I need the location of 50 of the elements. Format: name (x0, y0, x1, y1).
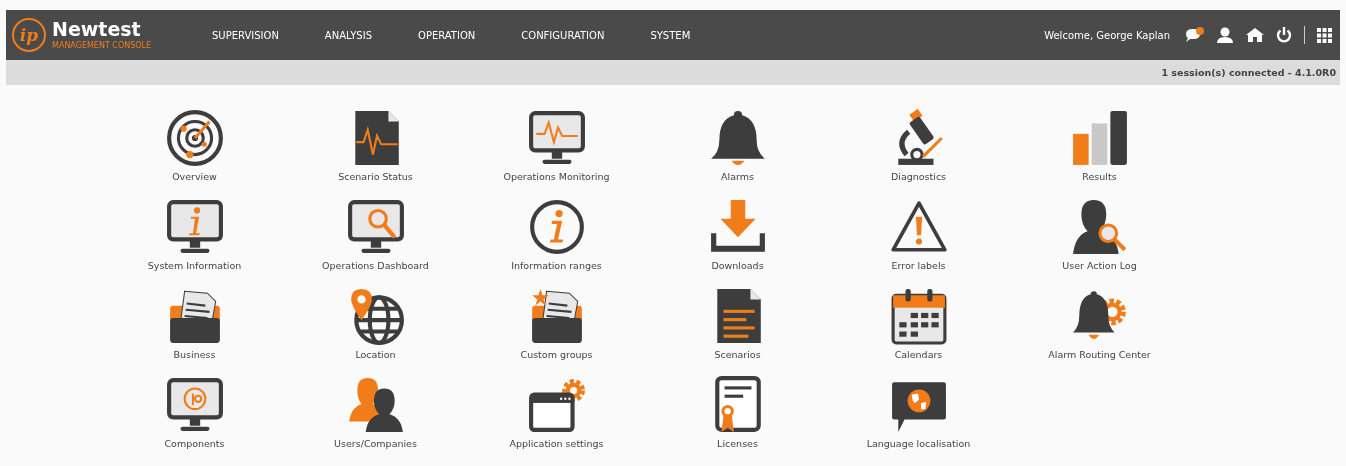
power-icon[interactable] (1276, 27, 1292, 43)
nav-link[interactable]: CONFIGURATION (521, 29, 605, 41)
monitor-pulse-icon (527, 109, 586, 167)
menu-tile[interactable]: System Information (104, 198, 285, 277)
monitor-search-icon (346, 198, 405, 256)
nav-link[interactable]: ANALYSIS (324, 29, 373, 41)
menu-tile[interactable]: Operations Dashboard (285, 198, 466, 277)
brand-subtitle: MANAGEMENT CONSOLE (52, 42, 152, 50)
users-icon (346, 376, 405, 434)
menu-tile[interactable]: Overview (104, 109, 285, 188)
menu-tile[interactable]: Alarm Routing Center (1009, 287, 1190, 366)
user-icon[interactable] (1216, 27, 1234, 43)
home-icon[interactable] (1246, 27, 1264, 43)
nav-link[interactable]: OPERATION (418, 29, 476, 41)
menu-tile[interactable]: Custom groups (466, 287, 647, 366)
menu-tile[interactable]: Information ranges (466, 198, 647, 277)
bell-icon (708, 109, 767, 167)
menu-tile[interactable]: Downloads (647, 198, 828, 277)
brand-name: Newtest (52, 20, 142, 39)
menu-tile[interactable]: Scenario Status (285, 109, 466, 188)
menu-tile[interactable]: Language localisation (828, 376, 1009, 455)
calendar-icon (889, 287, 948, 345)
menu-tile[interactable]: Diagnostics (828, 109, 1009, 188)
monitor-info-icon (165, 198, 224, 256)
menu-tile[interactable]: Users/Companies (285, 376, 466, 455)
chat-icon[interactable] (1184, 27, 1204, 43)
user-search-icon (1070, 198, 1129, 256)
menu-tile[interactable]: Alarms (647, 109, 828, 188)
menu-tile[interactable]: Calendars (828, 287, 1009, 366)
menu-tile[interactable]: User Action Log (1009, 198, 1190, 277)
apps-grid-icon[interactable] (1317, 27, 1332, 43)
menu-tile[interactable]: Licenses (647, 376, 828, 455)
menu-tile[interactable]: Scenarios (647, 287, 828, 366)
menu-tile[interactable]: Location (285, 287, 466, 366)
window-gear-icon (527, 376, 586, 434)
welcome-text: Welcome, George Kaplan (1044, 29, 1170, 41)
menu-tile[interactable]: Results (1009, 109, 1190, 188)
radar-icon (165, 109, 224, 167)
monitor-logo-icon (165, 376, 224, 434)
info-circle-icon (527, 198, 586, 256)
menu-tile[interactable]: Operations Monitoring (466, 109, 647, 188)
menu-tile[interactable]: Business (104, 287, 285, 366)
menu-tile[interactable]: Components (104, 376, 285, 455)
logo-mark: ip (12, 18, 46, 52)
menu-tile[interactable]: Error labels (828, 198, 1009, 277)
nav-link[interactable]: SYSTEM (650, 29, 691, 41)
nav-link[interactable]: SUPERVISION (212, 29, 279, 41)
session-status: 1 session(s) connected - 4.1.0R0 (1161, 67, 1336, 78)
bars-icon (1070, 109, 1129, 167)
menu-tile[interactable]: Application settings (466, 376, 647, 455)
